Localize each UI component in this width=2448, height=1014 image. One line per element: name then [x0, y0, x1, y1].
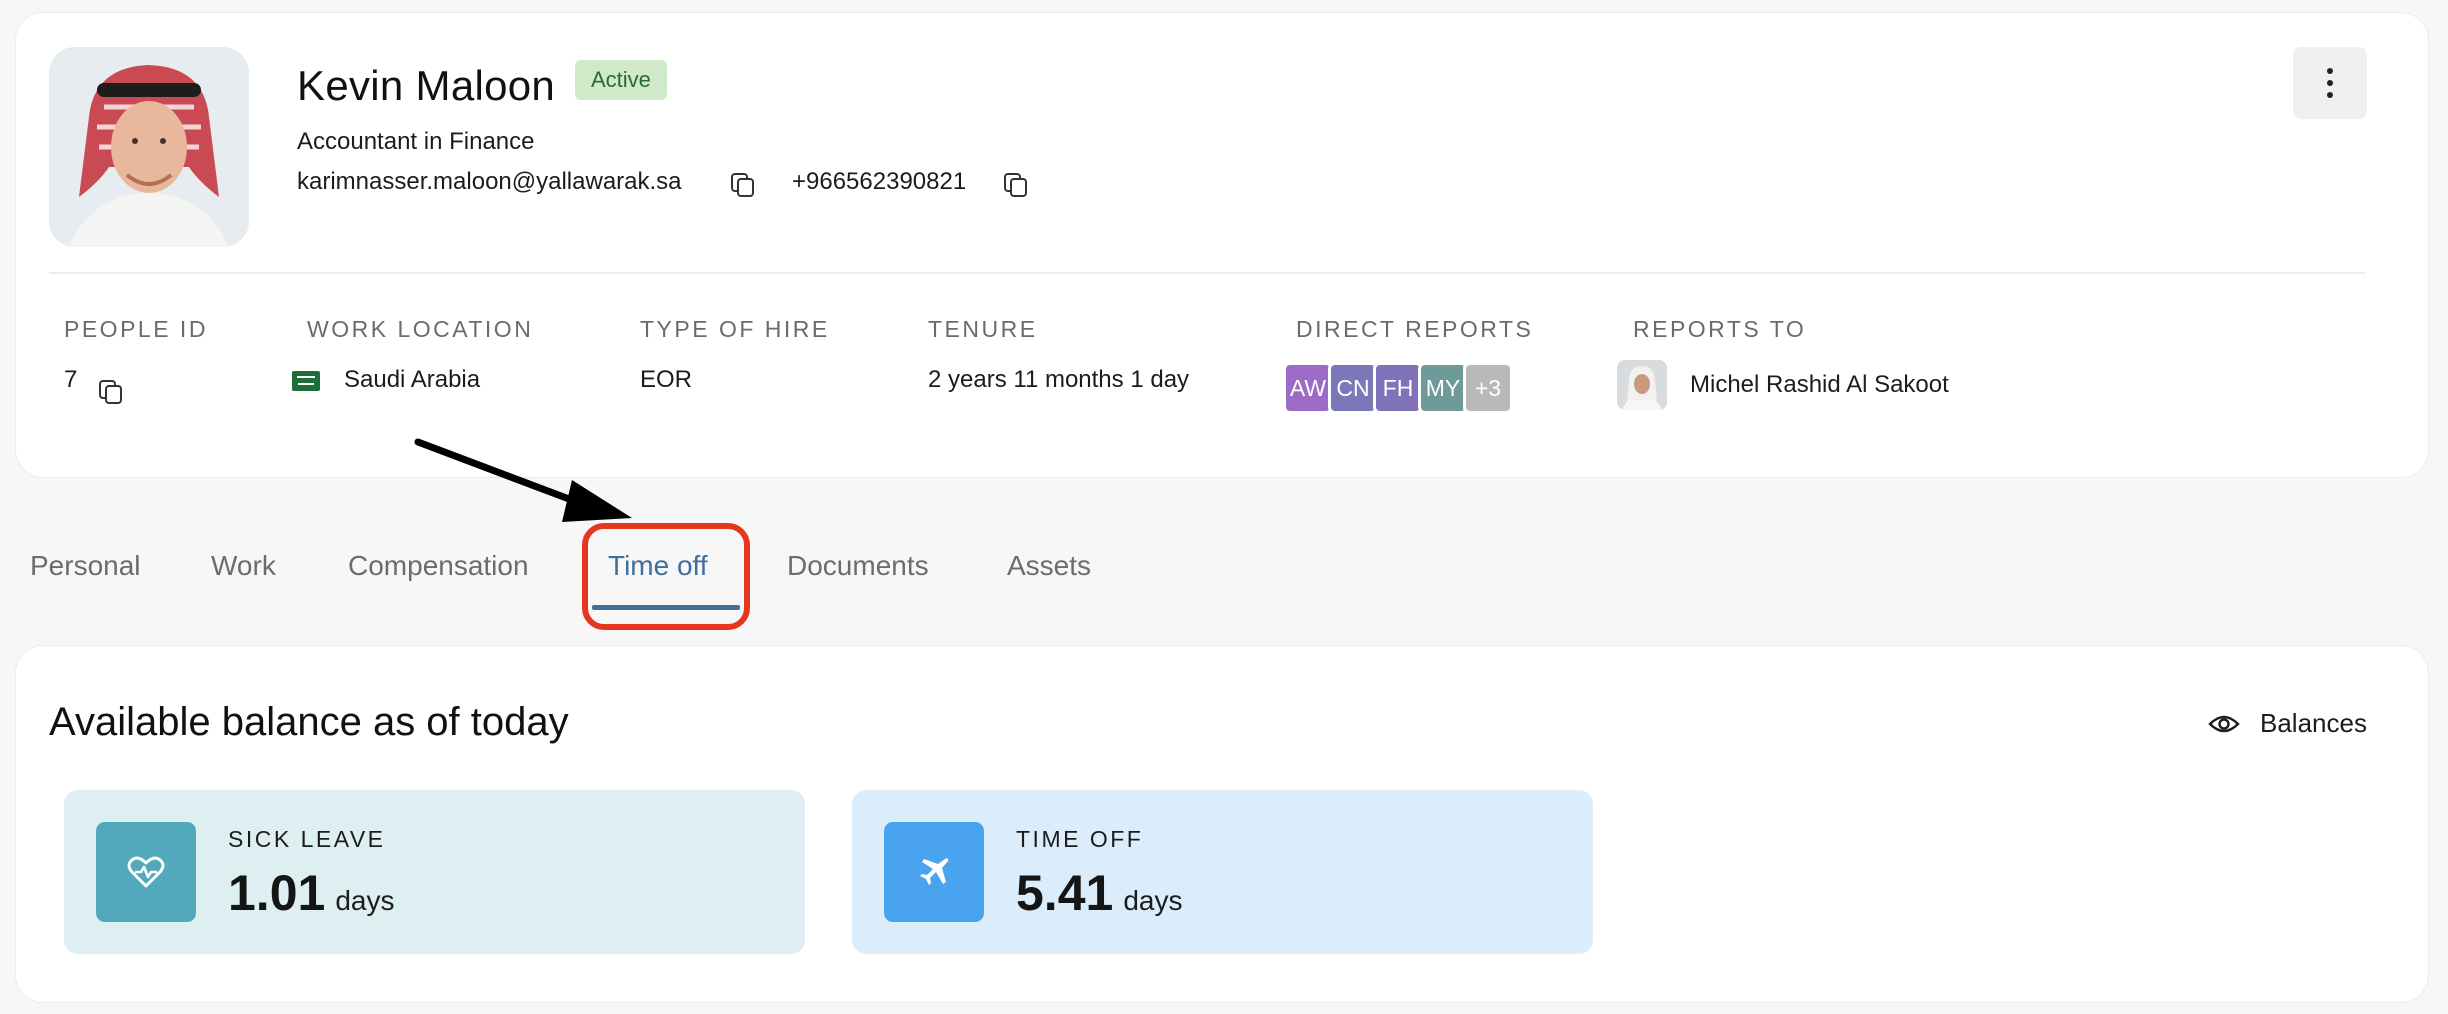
direct-reports-label: DIRECT REPORTS	[1296, 316, 1534, 342]
type-of-hire-label: TYPE OF HIRE	[640, 316, 830, 342]
copy-icon	[99, 380, 122, 404]
eye-icon	[2208, 715, 2240, 732]
saudi-flag-icon	[292, 371, 320, 391]
tile-value: 5.41 days	[1016, 864, 1182, 922]
copy-phone-button[interactable]	[999, 168, 1033, 202]
people-id-label: PEOPLE ID	[64, 316, 208, 342]
people-id-value: 7	[64, 366, 78, 393]
balances-label: Balances	[2260, 708, 2367, 738]
sick-leave-tile[interactable]: SICK LEAVE 1.01 days	[64, 790, 805, 954]
avatar-image	[49, 47, 249, 247]
direct-reports-list: AW CN FH MY +3	[1283, 362, 1513, 414]
more-options-button[interactable]	[2293, 47, 2367, 119]
work-location-value: Saudi Arabia	[344, 366, 481, 393]
employee-email: karimnasser.maloon@yallawarak.sa	[297, 168, 682, 195]
tile-unit: days	[335, 885, 395, 916]
tenure-value: 2 years 11 months 1 day	[928, 366, 1190, 393]
profile-divider	[49, 272, 2365, 274]
tile-number: 5.41	[1016, 865, 1114, 921]
direct-report-chip[interactable]: CN	[1328, 362, 1378, 414]
employee-name: Kevin Maloon	[297, 62, 556, 109]
manager-avatar-image	[1617, 360, 1667, 410]
tile-value: 1.01 days	[228, 864, 394, 922]
vertical-dots-icon	[2327, 68, 2333, 98]
reports-to-value[interactable]: Michel Rashid Al Sakoot	[1690, 371, 1949, 399]
reports-to-label: REPORTS TO	[1633, 316, 1807, 342]
tenure-label: TENURE	[928, 316, 1038, 342]
tile-label: TIME OFF	[1016, 826, 1144, 852]
job-title: Accountant in Finance	[297, 128, 535, 155]
tab-documents[interactable]: Documents	[787, 550, 929, 582]
copy-email-button[interactable]	[726, 168, 760, 202]
tile-label: SICK LEAVE	[228, 826, 386, 852]
more-direct-reports-chip[interactable]: +3	[1463, 362, 1513, 414]
tab-personal[interactable]: Personal	[30, 550, 141, 582]
tile-unit: days	[1123, 885, 1183, 916]
tab-highlight-annotation	[582, 523, 750, 630]
balances-button[interactable]: Balances	[2208, 708, 2367, 739]
copy-icon	[1004, 173, 1027, 197]
employee-phone: +966562390821	[792, 168, 967, 195]
profile-avatar	[49, 47, 249, 247]
direct-report-chip[interactable]: MY	[1418, 362, 1468, 414]
tab-compensation[interactable]: Compensation	[348, 550, 529, 582]
tab-work[interactable]: Work	[211, 550, 276, 582]
copy-people-id-button[interactable]	[94, 375, 128, 409]
status-badge: Active	[575, 60, 667, 100]
copy-icon	[731, 173, 754, 197]
annotation-arrow-icon	[414, 438, 632, 522]
work-location-label: WORK LOCATION	[307, 316, 534, 342]
tile-number: 1.01	[228, 865, 326, 921]
balance-title: Available balance as of today	[49, 700, 569, 744]
time-off-tile[interactable]: TIME OFF 5.41 days	[852, 790, 1593, 954]
airplane-icon	[884, 822, 984, 922]
type-of-hire-value: EOR	[640, 366, 693, 393]
heart-pulse-icon	[96, 822, 196, 922]
tab-assets[interactable]: Assets	[1007, 550, 1091, 582]
direct-report-chip[interactable]: FH	[1373, 362, 1423, 414]
direct-report-chip[interactable]: AW	[1283, 362, 1333, 414]
manager-avatar[interactable]	[1617, 360, 1667, 410]
